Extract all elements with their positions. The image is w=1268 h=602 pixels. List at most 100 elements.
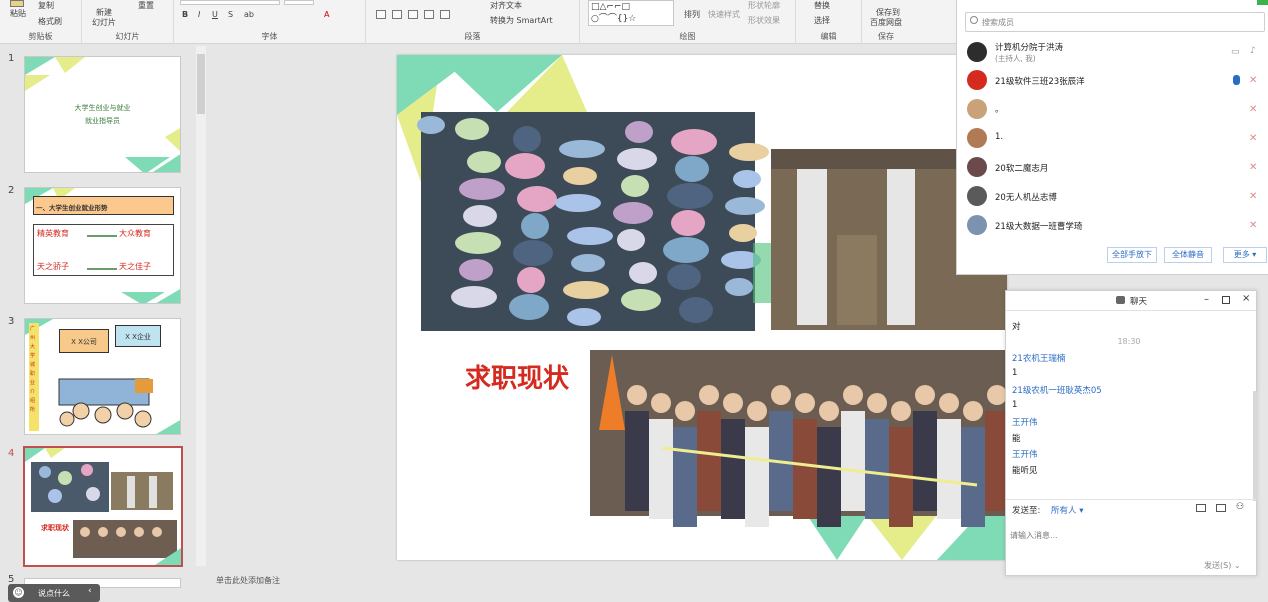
new-slide-label[interactable]: 幻灯片 bbox=[92, 17, 116, 28]
umbrella-shape bbox=[567, 227, 613, 245]
close-icon[interactable]: × bbox=[1242, 293, 1250, 304]
select-button[interactable]: 选择 bbox=[814, 15, 830, 26]
avatar bbox=[967, 99, 987, 119]
align-left-icon[interactable] bbox=[376, 10, 386, 19]
paragraph-label: 段落 bbox=[464, 32, 481, 41]
chat-sender[interactable]: 王开伟 bbox=[1012, 416, 1038, 428]
bold-button[interactable]: B bbox=[182, 10, 188, 19]
font-color-button[interactable]: A bbox=[324, 10, 329, 19]
user-icon[interactable]: ⚇ bbox=[1236, 502, 1244, 512]
member-row[interactable]: 1. ✕ bbox=[965, 124, 1261, 152]
maximize-icon[interactable] bbox=[1222, 296, 1230, 304]
format-painter-button[interactable]: 格式刷 bbox=[38, 16, 62, 27]
shape-effects-button[interactable]: 形状效果 bbox=[748, 15, 780, 26]
align-text-button[interactable]: 对齐文本 bbox=[490, 0, 522, 11]
mic-muted-icon[interactable]: ✕ bbox=[1249, 75, 1258, 86]
body-shape bbox=[841, 411, 865, 511]
collapse-icon[interactable]: ‹ bbox=[88, 586, 92, 596]
raised-hand-icon[interactable] bbox=[1233, 75, 1240, 85]
chat-sender[interactable]: 21农机王瑞楠 bbox=[1012, 352, 1065, 364]
reset-button[interactable]: 重置 bbox=[138, 0, 154, 11]
chat-sender[interactable]: 王开伟 bbox=[1012, 448, 1038, 460]
send-label: 发送(S) bbox=[1204, 561, 1232, 570]
member-row[interactable]: 21级软件三班23张辰洋 ✕ bbox=[965, 66, 1261, 94]
font-name-box[interactable] bbox=[180, 0, 280, 5]
mic-icon[interactable]: ♪ bbox=[1250, 46, 1256, 56]
member-row[interactable]: 。 ✕ bbox=[965, 95, 1261, 123]
folder-icon[interactable] bbox=[1196, 504, 1206, 512]
chat-message: 对 bbox=[1012, 322, 1021, 332]
slide-title[interactable]: 求职现状 bbox=[465, 358, 569, 395]
notes-pane[interactable]: 单击此处添加备注 bbox=[208, 575, 1008, 585]
chat-sender[interactable]: 21级农机一班耿英杰05 bbox=[1012, 384, 1102, 396]
slide-1-decoration bbox=[25, 57, 180, 172]
member-row[interactable]: 21级大数据一班曹学琦 ✕ bbox=[965, 211, 1261, 239]
face-shape bbox=[963, 401, 983, 421]
smartart-button[interactable]: 转换为 SmartArt bbox=[490, 15, 553, 26]
arrange-button[interactable]: 排列 bbox=[684, 9, 700, 20]
shape-outline-button[interactable]: 形状轮廓 bbox=[748, 0, 780, 11]
mic-muted-icon[interactable]: ✕ bbox=[1249, 162, 1258, 173]
paste-button[interactable]: 粘贴 bbox=[10, 8, 26, 19]
font-size-box[interactable] bbox=[284, 0, 314, 5]
slide-thumb-4[interactable]: 求职现状 bbox=[23, 446, 183, 567]
quick-styles-button[interactable]: 快速样式 bbox=[708, 9, 740, 20]
more-label: 更多 bbox=[1233, 250, 1250, 259]
mic-muted-icon[interactable]: ✕ bbox=[1249, 104, 1258, 115]
chat-message-input[interactable] bbox=[1010, 516, 1250, 554]
more-button[interactable]: 更多 ▾ bbox=[1223, 247, 1267, 263]
mute-all-button[interactable]: 全体静音 bbox=[1164, 247, 1212, 263]
screen-icon: ▭ bbox=[1231, 47, 1240, 57]
mic-muted-icon[interactable]: ✕ bbox=[1249, 191, 1258, 202]
chat-message: 能 bbox=[1012, 434, 1021, 444]
body-shape bbox=[937, 419, 961, 519]
slide-thumb-1[interactable]: 大学生创业与就业 就业指导员 bbox=[24, 56, 181, 173]
member-name: 21级软件三班23张辰洋 bbox=[995, 77, 1085, 87]
send-to-select[interactable]: 所有人 ▾ bbox=[1051, 504, 1083, 516]
chat-scrollbar[interactable] bbox=[1253, 391, 1257, 501]
job-queue-photo[interactable] bbox=[590, 350, 1007, 527]
slide-canvas[interactable]: 求职现状 bbox=[397, 55, 1007, 560]
member-row[interactable]: 20软二魔志月 ✕ bbox=[965, 153, 1261, 181]
copy-button[interactable]: 复制 bbox=[38, 0, 54, 11]
smiley-icon[interactable]: ☺ bbox=[13, 587, 24, 598]
columns-icon[interactable] bbox=[440, 10, 450, 19]
justify-icon[interactable] bbox=[424, 10, 434, 19]
thumbnail-scrollbar[interactable] bbox=[196, 46, 206, 566]
screenshot-icon[interactable] bbox=[1216, 504, 1226, 512]
mic-muted-icon[interactable]: ✕ bbox=[1249, 220, 1258, 231]
member-row[interactable]: 20无人机丛志博 ✕ bbox=[965, 182, 1261, 210]
slide-3-side-text: 广州大学城职业介绍所 bbox=[30, 326, 36, 413]
underline-button[interactable]: U bbox=[212, 10, 218, 19]
align-center-icon[interactable] bbox=[392, 10, 402, 19]
save-group: 保存到 百度网盘 保存 bbox=[862, 0, 956, 44]
chat-titlebar[interactable]: 聊天 – × bbox=[1006, 291, 1256, 311]
editing-group: 替换 选择 编辑 bbox=[796, 0, 862, 44]
avatar bbox=[967, 128, 987, 148]
replace-button[interactable]: 替换 bbox=[814, 0, 830, 11]
speak-hint-bar[interactable]: ☺ 说点什么 ‹ bbox=[8, 584, 100, 602]
slide-4-thumb-title: 求职现状 bbox=[41, 524, 69, 532]
slide-thumb-3[interactable]: X X公司 X X企业 广州大学城职业介绍所 bbox=[24, 318, 181, 435]
lower-all-hands-button[interactable]: 全部手放下 bbox=[1107, 247, 1157, 263]
send-button[interactable]: 发送(S) ⌄ bbox=[1204, 560, 1241, 571]
align-right-icon[interactable] bbox=[408, 10, 418, 19]
paste-icon[interactable] bbox=[10, 0, 24, 7]
body-shape bbox=[913, 411, 937, 511]
chat-message: 1 bbox=[1012, 368, 1018, 378]
umbrella-shape bbox=[667, 264, 701, 290]
scrollbar-thumb[interactable] bbox=[197, 54, 205, 114]
minimize-icon[interactable]: – bbox=[1204, 294, 1209, 305]
mic-muted-icon[interactable]: ✕ bbox=[1249, 133, 1258, 144]
slides-label: 幻灯片 bbox=[115, 32, 140, 41]
italic-button[interactable]: I bbox=[198, 10, 200, 19]
body-shape bbox=[865, 419, 889, 519]
baidu-pan-label[interactable]: 百度网盘 bbox=[870, 17, 902, 28]
shadow-button[interactable]: S bbox=[228, 10, 233, 19]
char-spacing-button[interactable]: ab bbox=[244, 10, 254, 19]
member-search-input[interactable]: 搜索成员 bbox=[965, 12, 1265, 32]
shapes-gallery[interactable]: □△⌐⌐□ ○⌒⌒{}☆ bbox=[588, 0, 674, 26]
slide-thumb-2[interactable]: 一、大学生创业就业形势 精英教育 大众教育 天之骄子 天之佳子 bbox=[24, 187, 181, 304]
crowd-umbrella-photo[interactable] bbox=[417, 112, 769, 331]
member-row[interactable]: 计算机分院于洪涛 (主持人, 我) ▭ ♪ bbox=[965, 38, 1261, 66]
